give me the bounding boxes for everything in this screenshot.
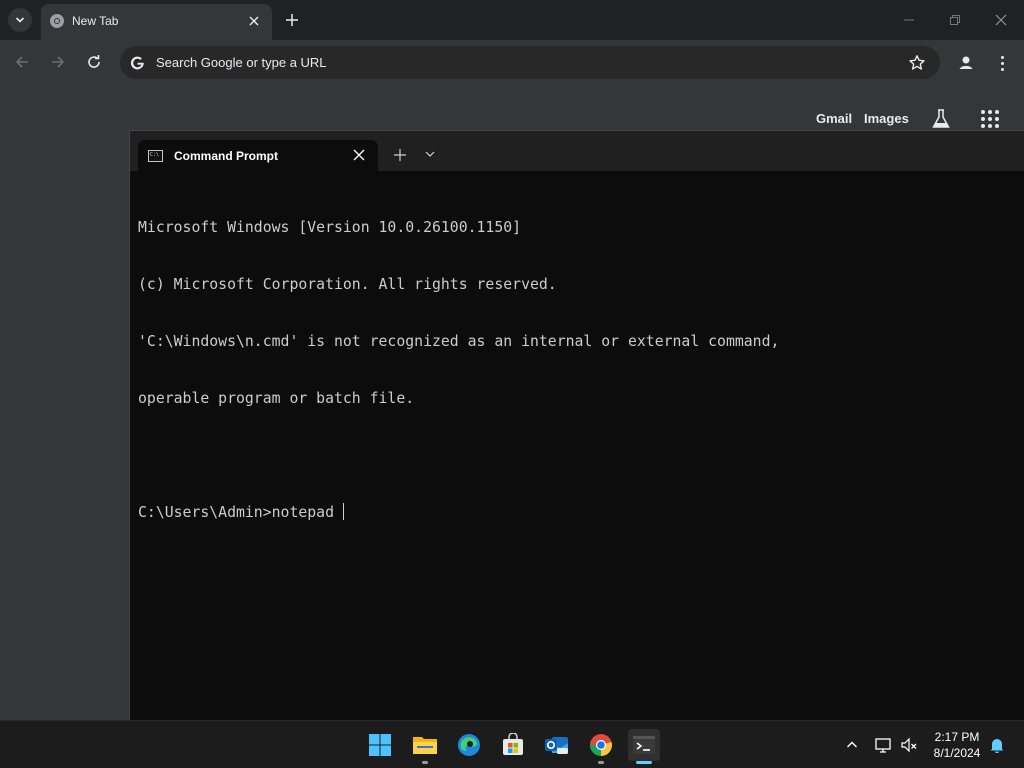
images-link[interactable]: Images [864, 111, 909, 126]
running-indicator [598, 761, 604, 764]
arrow-left-icon [15, 56, 28, 68]
gmail-link[interactable]: Gmail [816, 111, 852, 126]
cmd-icon [148, 150, 163, 162]
notifications-button[interactable] [987, 735, 1007, 755]
volume-button[interactable] [899, 735, 919, 755]
browser-toolbar: Search Google or type a URL [0, 40, 1024, 85]
bell-icon [990, 739, 1004, 753]
tab-strip: New Tab [0, 0, 1024, 40]
terminal-window: Command Prompt Microsoft Windows [Versio… [129, 130, 1024, 720]
network-button[interactable] [873, 735, 893, 755]
restore-icon [950, 15, 960, 25]
terminal-tab-title: Command Prompt [174, 149, 279, 163]
close-icon [249, 16, 259, 26]
store-button[interactable] [497, 729, 529, 761]
tab-title: New Tab [72, 14, 119, 28]
chrome-icon [590, 734, 612, 756]
console-prompt-line: C:\Users\Admin>notepad [138, 503, 1014, 522]
back-button[interactable] [10, 50, 34, 74]
new-terminal-tab-icon[interactable] [392, 147, 408, 163]
file-explorer-button[interactable] [409, 729, 441, 764]
console-line: operable program or batch file. [138, 390, 415, 407]
windows-start-icon [369, 734, 391, 756]
terminal-tab-bar: Command Prompt [130, 131, 1024, 171]
volume-muted-icon [901, 737, 917, 753]
edge-icon [458, 734, 480, 756]
reload-button[interactable] [82, 50, 106, 74]
console-line: 'C:\Windows\n.cmd' is not recognized as … [138, 333, 780, 350]
minimize-button[interactable] [895, 6, 923, 34]
chevron-down-icon [15, 17, 25, 23]
close-icon[interactable] [352, 148, 366, 162]
show-hidden-icons-button[interactable] [842, 735, 862, 755]
store-icon [503, 733, 523, 755]
terminal-tab-command-prompt[interactable]: Command Prompt [138, 140, 378, 171]
close-icon [995, 14, 1007, 26]
start-button[interactable] [364, 729, 396, 761]
forward-button[interactable] [46, 50, 70, 74]
omnibox[interactable]: Search Google or type a URL [120, 46, 940, 79]
tab-close-button[interactable] [244, 11, 264, 31]
arrow-right-icon [52, 56, 65, 68]
chrome-menu-button[interactable] [994, 52, 1010, 74]
new-tab-button[interactable] [281, 9, 303, 31]
console-line: Microsoft Windows [Version 10.0.26100.11… [138, 219, 522, 236]
terminal-icon [633, 736, 655, 754]
running-indicator [422, 761, 428, 764]
console-prompt: C:\Users\Admin>notepad [138, 504, 334, 521]
google-icon [130, 56, 144, 70]
restore-button[interactable] [941, 6, 969, 34]
minimize-icon [904, 19, 914, 21]
taskbar: 2:17 PM 8/1/2024 [0, 720, 1024, 768]
google-apps-icon[interactable] [981, 110, 999, 128]
folder-icon [413, 737, 437, 754]
clock-date: 8/1/2024 [933, 746, 981, 760]
bookmark-star-icon[interactable] [908, 54, 926, 72]
clock-time: 2:17 PM [934, 730, 980, 744]
omnibox-placeholder: Search Google or type a URL [156, 55, 327, 70]
text-cursor [343, 503, 344, 520]
outlook-icon [545, 737, 568, 754]
outlook-button[interactable] [541, 729, 573, 761]
plus-icon [286, 14, 298, 26]
chrome-taskbar-button[interactable] [585, 729, 617, 764]
tab-search-button[interactable] [8, 8, 32, 32]
network-icon [875, 738, 891, 753]
active-indicator [636, 761, 652, 764]
profile-avatar-icon[interactable] [955, 52, 977, 74]
chevron-down-icon[interactable] [424, 148, 436, 160]
labs-flask-icon[interactable] [930, 108, 952, 130]
close-window-button[interactable] [987, 6, 1015, 34]
console-line: (c) Microsoft Corporation. All rights re… [138, 276, 557, 293]
browser-tab-new-tab[interactable]: New Tab [41, 4, 272, 40]
reload-icon [88, 55, 100, 68]
chevron-up-icon [847, 741, 857, 748]
chrome-favicon-icon [50, 14, 64, 28]
taskbar-clock[interactable]: 2:17 PM 8/1/2024 [924, 729, 990, 761]
console-output[interactable]: Microsoft Windows [Version 10.0.26100.11… [138, 180, 1014, 560]
terminal-taskbar-button[interactable] [628, 729, 660, 764]
edge-button[interactable] [453, 729, 485, 761]
